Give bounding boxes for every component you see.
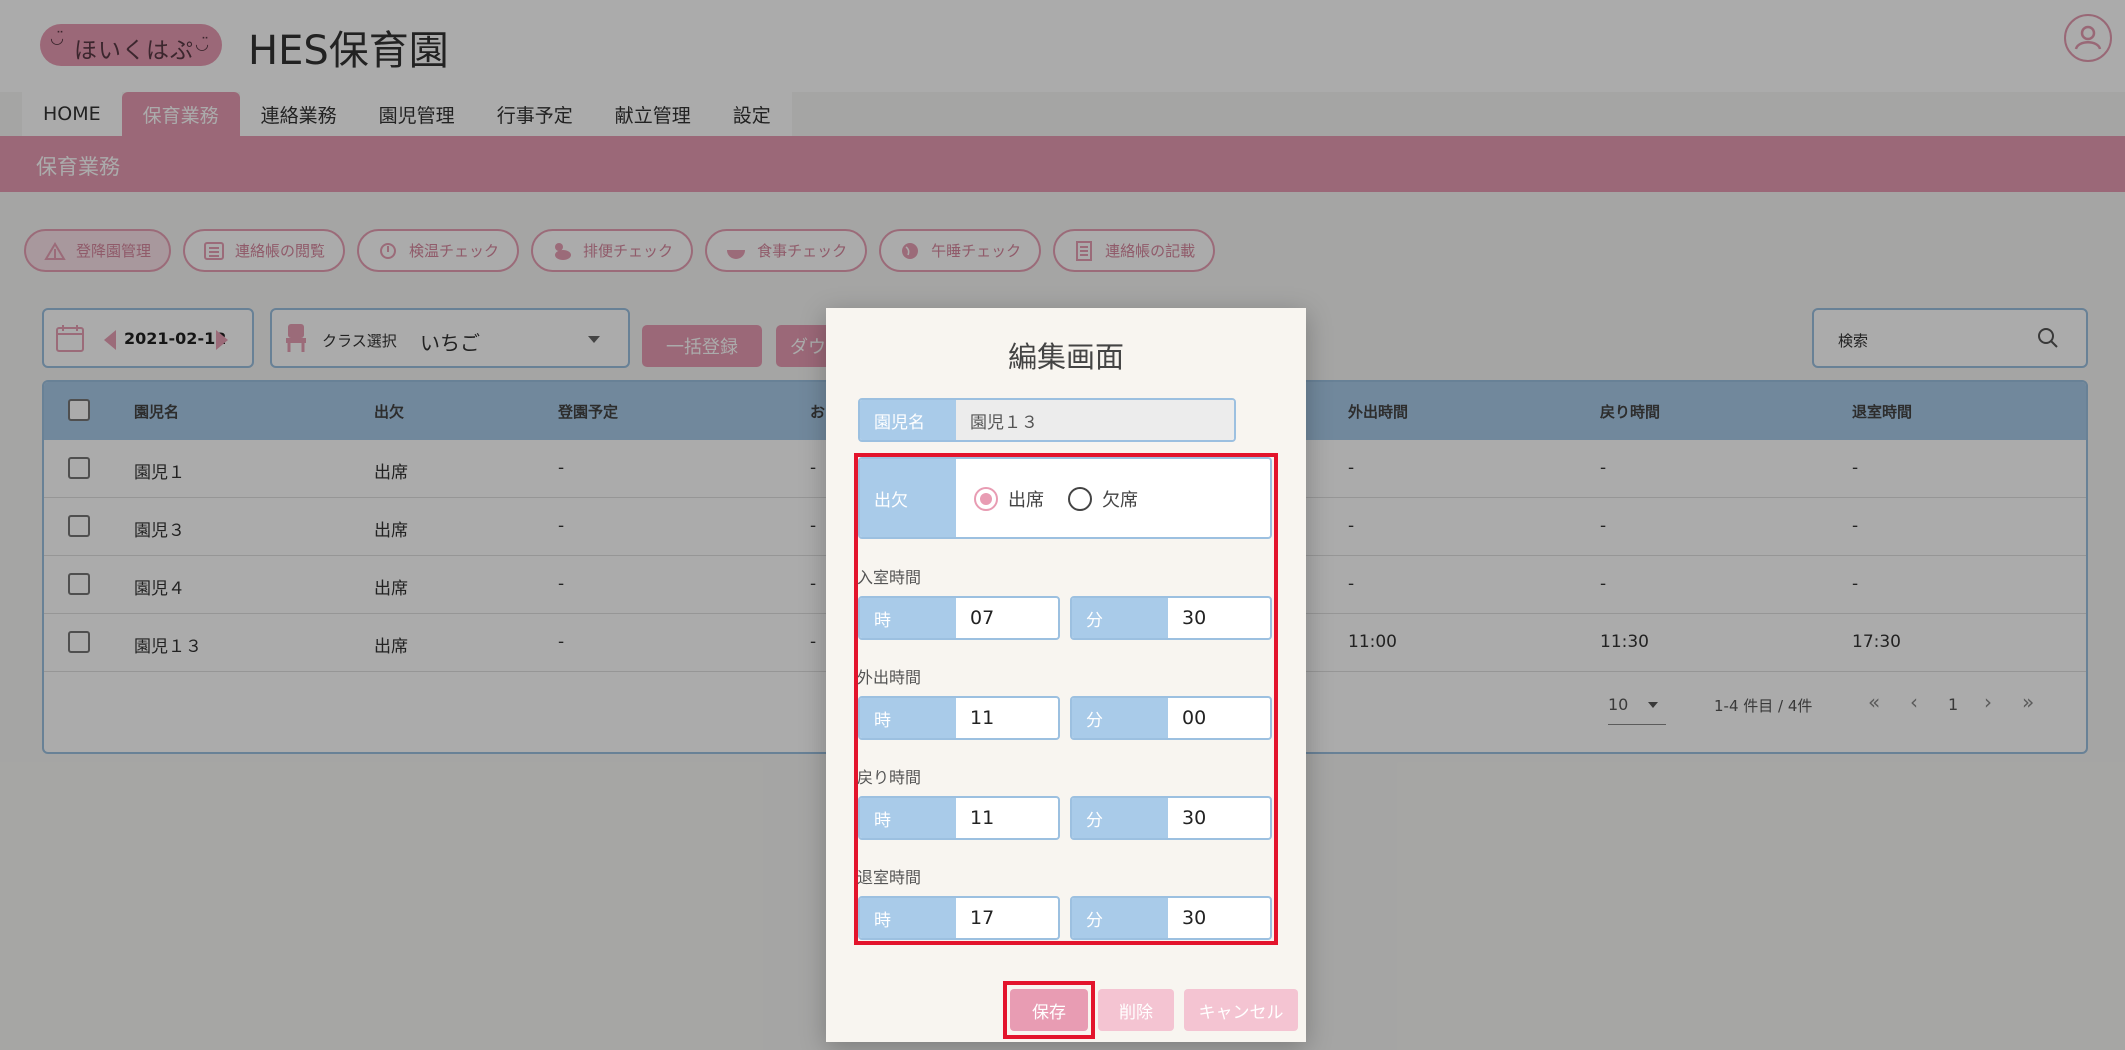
entry-time-label: 入室時間 xyxy=(857,568,922,587)
back-hour-input[interactable]: 11 xyxy=(956,798,1058,838)
leave-time-label: 退室時間 xyxy=(857,868,922,887)
absent-label[interactable]: 欠席 xyxy=(1102,486,1138,512)
leave-hour-input[interactable]: 17 xyxy=(956,898,1058,938)
leave-minute-input[interactable]: 30 xyxy=(1168,898,1270,938)
minute-label: 分 xyxy=(1072,598,1168,638)
attendance-label: 出欠 xyxy=(860,459,956,537)
present-radio[interactable] xyxy=(974,487,998,511)
minute-label: 分 xyxy=(1072,798,1168,838)
back-minute-field[interactable]: 分 30 xyxy=(1070,796,1272,840)
hour-label: 時 xyxy=(860,798,956,838)
dialog-title: 編集画面 xyxy=(1007,340,1124,374)
out-minute-field[interactable]: 分 00 xyxy=(1070,696,1272,740)
out-hour-field[interactable]: 時 11 xyxy=(858,696,1060,740)
out-hour-input[interactable]: 11 xyxy=(956,698,1058,738)
child-name-field: 園児名 園児１３ xyxy=(858,398,1236,442)
back-hour-field[interactable]: 時 11 xyxy=(858,796,1060,840)
back-minute-input[interactable]: 30 xyxy=(1168,798,1270,838)
child-name-label: 園児名 xyxy=(860,400,956,440)
present-label[interactable]: 出席 xyxy=(1008,486,1044,512)
out-minute-input[interactable]: 00 xyxy=(1168,698,1270,738)
child-name-value: 園児１３ xyxy=(956,400,1234,440)
edit-dialog: 編集画面 園児名 園児１３ 出欠 出席 欠席 入室時間 時 07 分 30 外出… xyxy=(826,308,1306,1042)
entry-minute-input[interactable]: 30 xyxy=(1168,598,1270,638)
cancel-button[interactable]: キャンセル xyxy=(1184,989,1298,1031)
absent-radio[interactable] xyxy=(1068,487,1092,511)
leave-hour-field[interactable]: 時 17 xyxy=(858,896,1060,940)
attendance-field: 出欠 出席 欠席 xyxy=(858,457,1272,539)
leave-minute-field[interactable]: 分 30 xyxy=(1070,896,1272,940)
hour-label: 時 xyxy=(860,898,956,938)
minute-label: 分 xyxy=(1072,898,1168,938)
entry-hour-field[interactable]: 時 07 xyxy=(858,596,1060,640)
entry-hour-input[interactable]: 07 xyxy=(956,598,1058,638)
delete-button[interactable]: 削除 xyxy=(1098,989,1174,1031)
attendance-radio-group: 出席 欠席 xyxy=(974,486,1152,512)
hour-label: 時 xyxy=(860,598,956,638)
back-time-label: 戻り時間 xyxy=(857,768,922,787)
out-time-label: 外出時間 xyxy=(857,668,922,687)
hour-label: 時 xyxy=(860,698,956,738)
minute-label: 分 xyxy=(1072,698,1168,738)
save-button[interactable]: 保存 xyxy=(1010,989,1088,1031)
entry-minute-field[interactable]: 分 30 xyxy=(1070,596,1272,640)
